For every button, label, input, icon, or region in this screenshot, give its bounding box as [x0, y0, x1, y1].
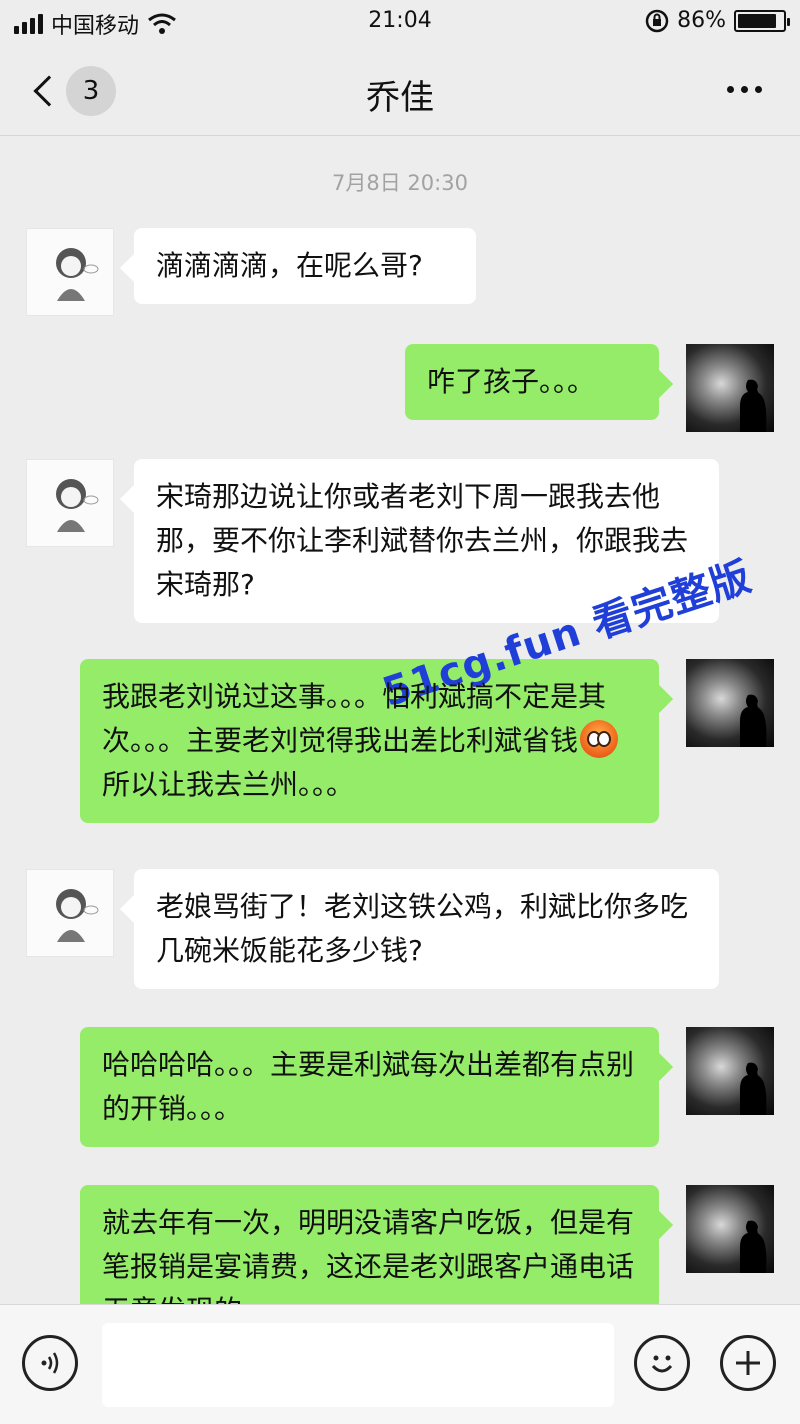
- status-right: 86%: [645, 8, 790, 33]
- emoji-button[interactable]: [634, 1335, 690, 1391]
- voice-button[interactable]: [22, 1335, 78, 1391]
- user-avatar[interactable]: [686, 344, 774, 432]
- message-bubble-incoming[interactable]: 老娘骂街了！老刘这铁公鸡，利斌比你多吃几碗米饭能花多少钱?: [134, 869, 719, 989]
- more-dots-icon: [727, 86, 734, 93]
- message-bubble-outgoing[interactable]: 哈哈哈哈。。。主要是利斌每次出差都有点别的开销。。。: [80, 1027, 659, 1147]
- user-avatar[interactable]: [686, 1027, 774, 1115]
- user-avatar[interactable]: [686, 1185, 774, 1273]
- message-bubble-incoming[interactable]: 滴滴滴滴，在呢么哥?: [134, 228, 476, 304]
- chat-area[interactable]: 7月8日 20:30 滴滴滴滴，在呢么哥? 咋了孩子。。。 宋琦那边说让你或者老…: [0, 137, 800, 1304]
- orientation-lock-icon: [645, 9, 669, 32]
- plus-button[interactable]: [720, 1335, 776, 1391]
- user-avatar[interactable]: [686, 659, 774, 747]
- message-bubble-outgoing[interactable]: 我跟老刘说过这事。。。怕利斌搞不定是其次。。。主要老刘觉得我出差比利斌省钱所以让…: [80, 659, 659, 823]
- battery-percent: 86%: [677, 8, 726, 33]
- battery-icon: [734, 9, 790, 32]
- nav-bar: 3 乔佳: [0, 46, 800, 136]
- chat-title: 乔佳: [366, 78, 434, 118]
- plus-icon: [736, 1351, 760, 1375]
- contact-avatar[interactable]: [26, 869, 114, 957]
- message-bubble-outgoing[interactable]: 就去年有一次，明明没请客户吃饭，但是有笔报销是宴请费，这还是老刘跟客户通电话无意…: [80, 1185, 659, 1304]
- input-bar: [0, 1304, 800, 1424]
- contact-avatar[interactable]: [26, 459, 114, 547]
- message-timestamp: 7月8日 20:30: [332, 171, 468, 195]
- contact-avatar[interactable]: [26, 228, 114, 316]
- message-bubble-outgoing[interactable]: 咋了孩子。。。: [405, 344, 659, 420]
- smiley-icon: [651, 1355, 673, 1373]
- more-button[interactable]: [727, 86, 762, 93]
- status-bar: 中国移动 21:04 86%: [0, 0, 800, 46]
- flushed-face-emoji: [580, 720, 619, 758]
- message-input[interactable]: [102, 1323, 614, 1407]
- voice-icon: [41, 1352, 59, 1374]
